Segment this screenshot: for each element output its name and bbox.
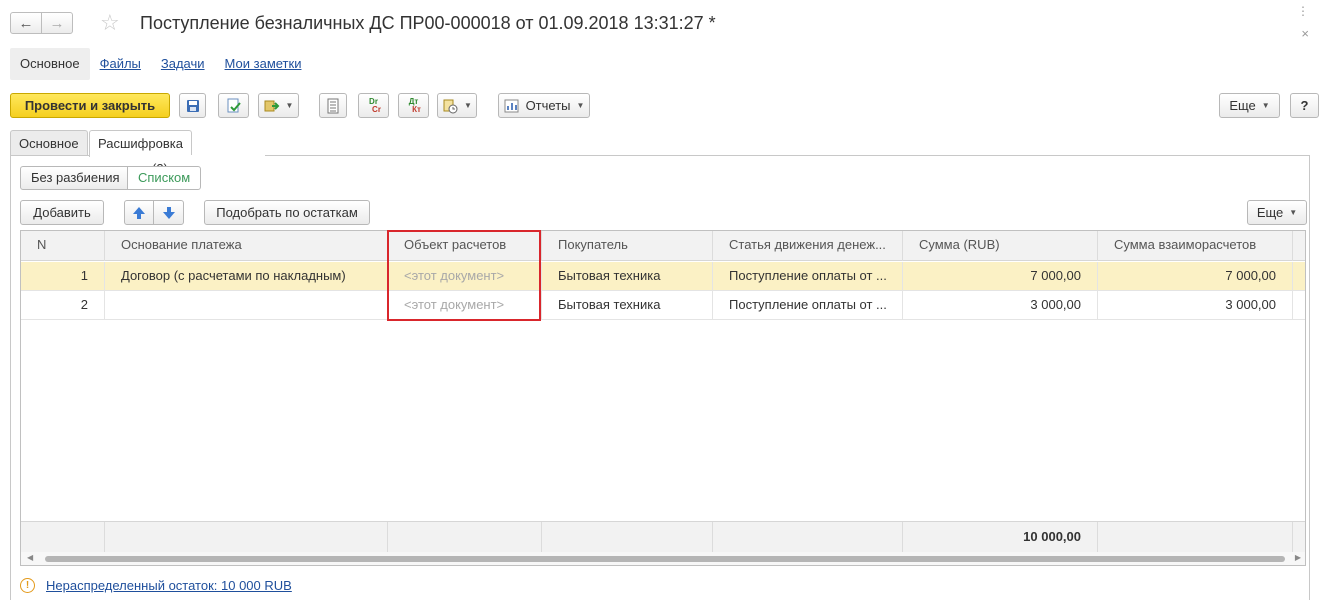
cell-cashflow-item[interactable]: Поступление оплаты от ... xyxy=(713,291,903,319)
main-toolbar: Провести и закрыть ▼ Dr Cr Дт Кт ▼ Отчеты … xyxy=(10,93,1319,119)
window-menu-icon[interactable]: ⋮ xyxy=(1297,5,1309,17)
dt-kt-button[interactable]: Дт Кт xyxy=(398,93,429,118)
cell-sum[interactable]: 3 000,00 xyxy=(903,291,1098,319)
document-list-button[interactable] xyxy=(319,93,347,118)
tab-payment-breakdown[interactable]: Расшифровка платежа (2) xyxy=(89,130,192,176)
table-more-label: Еще xyxy=(1256,205,1284,220)
cell-mutual-sum[interactable]: 3 000,00 xyxy=(1098,291,1293,319)
footer-cell xyxy=(105,522,388,553)
post-and-close-button[interactable]: Провести и закрыть xyxy=(10,93,170,118)
post-document-icon xyxy=(227,98,241,112)
create-based-on-icon xyxy=(264,100,279,111)
print-history-icon xyxy=(443,99,458,113)
split-mode-list-button[interactable]: Списком xyxy=(127,166,202,190)
form-navigation-panel: Основное Файлы Задачи Мои заметки xyxy=(10,48,311,80)
cell-cashflow-item[interactable]: Поступление оплаты от ... xyxy=(713,262,903,290)
arrow-left-icon: ← xyxy=(18,14,34,32)
reports-button[interactable]: Отчеты ▼ xyxy=(498,93,590,118)
column-header-mutual-sum[interactable]: Сумма взаиморасчетов xyxy=(1098,231,1293,261)
dt-kt-icon: Дт Кт xyxy=(408,96,421,114)
cell-mutual-sum[interactable]: 7 000,00 xyxy=(1098,262,1293,290)
cell-basis[interactable] xyxy=(105,291,388,319)
list-icon xyxy=(327,98,339,113)
table-header: N Основание платежа Объект расчетов Поку… xyxy=(21,231,1305,261)
pick-by-balance-button[interactable]: Подобрать по остаткам xyxy=(204,200,370,225)
move-down-button[interactable] xyxy=(153,200,184,225)
chevron-down-icon: ▼ xyxy=(285,101,294,110)
help-button[interactable]: ? xyxy=(1290,93,1319,118)
table-row[interactable]: 2 <этот документ> Бытовая техника Поступ… xyxy=(21,291,1305,320)
table-more-button[interactable]: Еще ▼ xyxy=(1247,200,1307,225)
footer-cell xyxy=(713,522,903,553)
active-tab-gap xyxy=(90,155,265,157)
scroll-left-icon[interactable]: ◀ xyxy=(27,553,33,562)
panel-link-main[interactable]: Основное xyxy=(10,48,90,80)
chevron-down-icon: ▼ xyxy=(1289,208,1298,217)
column-header-sum[interactable]: Сумма (RUB) xyxy=(903,231,1098,261)
table-footer: 10 000,00 xyxy=(21,521,1305,553)
chevron-down-icon: ▼ xyxy=(576,101,585,110)
footer-cell xyxy=(388,522,542,553)
column-header-buyer[interactable]: Покупатель xyxy=(542,231,713,261)
more-label: Еще xyxy=(1229,98,1256,113)
payment-breakdown-table[interactable]: N Основание платежа Объект расчетов Поку… xyxy=(20,230,1306,566)
warning-icon: ! xyxy=(20,577,35,593)
cell-buyer[interactable]: Бытовая техника xyxy=(542,291,713,319)
tab-main[interactable]: Основное xyxy=(10,130,88,156)
save-icon xyxy=(186,99,199,112)
scrollbar-thumb[interactable] xyxy=(45,556,1285,562)
move-up-button[interactable] xyxy=(124,200,154,225)
column-header-basis[interactable]: Основание платежа xyxy=(105,231,388,261)
footer-total-sum: 10 000,00 xyxy=(903,522,1098,553)
cell-buyer[interactable]: Бытовая техника xyxy=(542,262,713,290)
post-button[interactable] xyxy=(218,93,249,118)
arrow-down-icon xyxy=(162,206,175,219)
column-header-n[interactable]: N xyxy=(21,231,105,261)
cell-sum[interactable]: 7 000,00 xyxy=(903,262,1098,290)
arrow-right-icon: → xyxy=(49,14,65,32)
highlight-box xyxy=(387,230,541,321)
document-title: Поступление безналичных ДС ПР00-000018 о… xyxy=(140,13,716,33)
forward-button[interactable]: → xyxy=(41,12,73,34)
more-button[interactable]: Еще ▼ xyxy=(1219,93,1280,118)
title-bar: ← → ☆ Поступление безналичных ДС ПР00-00… xyxy=(0,0,1319,46)
reports-icon xyxy=(504,99,519,112)
debit-credit-button[interactable]: Dr Cr xyxy=(358,93,389,118)
footer-cell xyxy=(1098,522,1293,553)
arrow-up-icon xyxy=(133,206,145,219)
panel-link-tasks[interactable]: Задачи xyxy=(151,48,215,80)
column-header-cashflow-item[interactable]: Статья движения денеж... xyxy=(713,231,903,261)
add-row-button[interactable]: Добавить xyxy=(20,200,104,225)
footer-cell xyxy=(21,522,105,553)
back-button[interactable]: ← xyxy=(10,12,42,34)
unallocated-balance-warning: ! Нераспределенный остаток: 10 000 RUB xyxy=(20,576,292,594)
dr-cr-icon: Dr Cr xyxy=(369,96,381,114)
horizontal-scrollbar[interactable]: ◀ ▶ xyxy=(21,552,1305,565)
save-button[interactable] xyxy=(179,93,206,118)
cell-basis[interactable]: Договор (с расчетами по накладным) xyxy=(105,262,388,290)
reports-label: Отчеты xyxy=(525,98,571,113)
table-row[interactable]: 1 Договор (с расчетами по накладным) <эт… xyxy=(21,262,1305,291)
panel-link-files[interactable]: Файлы xyxy=(90,48,151,80)
footer-cell xyxy=(542,522,713,553)
chevron-down-icon: ▼ xyxy=(464,101,472,110)
unallocated-balance-link[interactable]: Нераспределенный остаток: 10 000 RUB xyxy=(46,578,292,593)
close-icon[interactable]: × xyxy=(1301,26,1309,41)
create-based-on-button[interactable]: ▼ xyxy=(258,93,299,118)
cell-n: 1 xyxy=(21,262,105,290)
panel-link-notes[interactable]: Мои заметки xyxy=(215,48,312,80)
favorite-star-icon[interactable]: ☆ xyxy=(100,10,120,36)
cell-n: 2 xyxy=(21,291,105,319)
print-button[interactable]: ▼ xyxy=(437,93,477,118)
split-mode-none-button[interactable]: Без разбиения xyxy=(20,166,131,190)
chevron-down-icon: ▼ xyxy=(1261,101,1270,110)
scroll-right-icon[interactable]: ▶ xyxy=(1295,553,1301,562)
